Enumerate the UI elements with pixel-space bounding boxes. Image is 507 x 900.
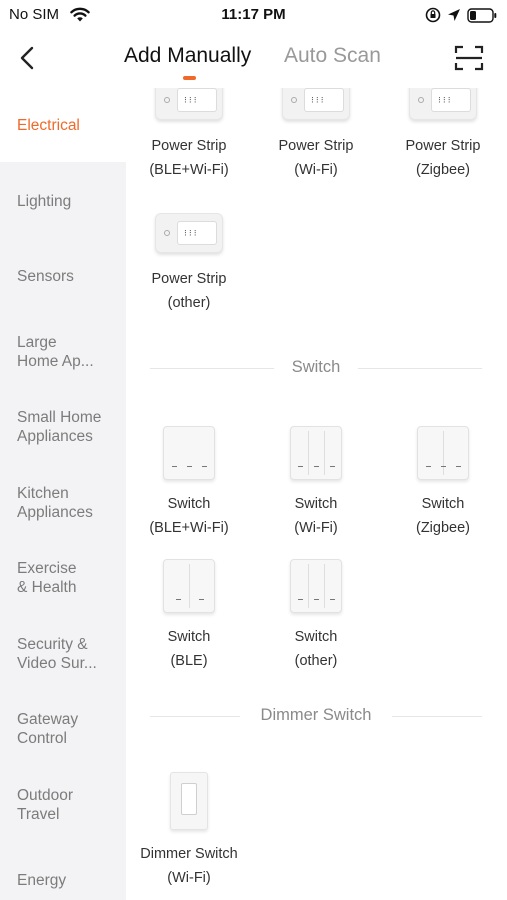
device-dimmer-switch-wifi[interactable]: Dimmer Switch (Wi-Fi): [126, 772, 252, 890]
device-variant: (other): [167, 295, 211, 311]
device-name: Switch: [421, 496, 465, 512]
device-name: Switch: [167, 496, 211, 512]
switch-icon: [290, 559, 342, 613]
device-name: Power Strip: [278, 138, 354, 154]
section-header-dimmer-switch: Dimmer Switch: [150, 706, 482, 726]
sidebar-item-label: Large Home Ap...: [17, 334, 94, 370]
device-switch-other[interactable]: Switch (other): [253, 559, 379, 673]
active-tab-indicator: [183, 76, 196, 80]
battery-icon: [467, 7, 497, 23]
power-strip-icon: ⁝⁝⁝: [282, 88, 350, 120]
switch-icon: [163, 559, 215, 613]
sidebar-item-label: Outdoor Travel: [17, 787, 74, 823]
status-icons: [425, 5, 497, 25]
device-variant: (other): [294, 653, 338, 669]
device-name: Dimmer Switch: [140, 846, 238, 862]
sidebar-item-label: Exercise & Health: [17, 560, 77, 596]
sidebar-item-label: Energy: [17, 872, 67, 889]
device-variant: (Wi-Fi): [294, 162, 338, 178]
status-bar: No SIM 11:17 PM: [0, 0, 507, 32]
sidebar-item-exercise-health[interactable]: Exercise & Health: [0, 559, 126, 597]
device-switch-ble[interactable]: Switch (BLE): [126, 559, 252, 673]
device-variant: (Wi-Fi): [294, 520, 338, 536]
dimmer-switch-icon: [170, 772, 208, 830]
back-arrow-icon[interactable]: [14, 42, 42, 74]
scan-code-icon[interactable]: [454, 44, 484, 72]
device-variant: (Zigbee): [416, 520, 470, 536]
switch-icon: [163, 426, 215, 480]
device-name: Power Strip: [151, 138, 227, 154]
device-variant: (BLE+Wi-Fi): [149, 162, 229, 178]
device-name: Power Strip: [151, 271, 227, 287]
device-switch-zigbee[interactable]: Switch (Zigbee): [380, 426, 506, 540]
sidebar-item-label: Gateway Control: [17, 711, 79, 747]
power-strip-icon: ⁝⁝⁝: [409, 88, 477, 120]
sidebar-item-label: Small Home Appliances: [17, 409, 102, 445]
tab-auto-scan[interactable]: Auto Scan: [284, 44, 381, 68]
sidebar-item-small-home-appliances[interactable]: Small Home Appliances: [0, 408, 126, 446]
location-arrow-icon: [448, 9, 460, 21]
device-name: Switch: [167, 629, 211, 645]
device-variant: (Wi-Fi): [167, 870, 211, 886]
device-variant: (BLE): [170, 653, 208, 669]
sidebar-item-label: Security & Video Sur...: [17, 636, 97, 672]
device-variant: (Zigbee): [416, 162, 470, 178]
orientation-lock-icon: [425, 7, 441, 23]
switch-icon: [290, 426, 342, 480]
sidebar-item-sensors[interactable]: Sensors: [0, 267, 126, 286]
section-title: Switch: [291, 358, 341, 376]
sidebar-item-large-home-appliances[interactable]: Large Home Ap...: [0, 333, 126, 371]
device-variant: (BLE+Wi-Fi): [149, 520, 229, 536]
section-title: Dimmer Switch: [260, 706, 372, 724]
top-nav: Add Manually Auto Scan: [0, 34, 507, 86]
sidebar-item-lighting[interactable]: Lighting: [0, 192, 126, 211]
device-power-strip-ble-wifi[interactable]: ⁝⁝⁝ Power Strip (BLE+Wi-Fi): [126, 88, 252, 182]
sidebar-item-energy[interactable]: Energy: [0, 871, 126, 890]
sidebar-item-label: Kitchen Appliances: [17, 485, 93, 521]
sidebar-item-label: Lighting: [17, 193, 72, 210]
section-header-switch: Switch: [150, 358, 482, 378]
switch-icon: [417, 426, 469, 480]
sidebar-item-security-video[interactable]: Security & Video Sur...: [0, 635, 126, 673]
device-switch-ble-wifi[interactable]: Switch (BLE+Wi-Fi): [126, 426, 252, 540]
device-name: Switch: [294, 496, 338, 512]
device-switch-wifi[interactable]: Switch (Wi-Fi): [253, 426, 379, 540]
power-strip-icon: ⁝⁝⁝: [155, 88, 223, 120]
device-power-strip-zigbee[interactable]: ⁝⁝⁝ Power Strip (Zigbee): [380, 88, 506, 182]
device-power-strip-wifi[interactable]: ⁝⁝⁝ Power Strip (Wi-Fi): [253, 88, 379, 182]
tab-add-manually[interactable]: Add Manually: [124, 44, 251, 68]
device-power-strip-other[interactable]: ⁝⁝⁝ Power Strip (other): [126, 213, 252, 315]
category-sidebar: Electrical Lighting Sensors Large Home A…: [0, 88, 126, 900]
device-name: Switch: [294, 629, 338, 645]
sidebar-item-kitchen-appliances[interactable]: Kitchen Appliances: [0, 484, 126, 522]
sidebar-item-outdoor-travel[interactable]: Outdoor Travel: [0, 786, 126, 824]
sidebar-item-electrical[interactable]: Electrical: [0, 88, 126, 162]
sidebar-item-gateway-control[interactable]: Gateway Control: [0, 710, 126, 748]
device-name: Power Strip: [405, 138, 481, 154]
sidebar-item-label: Electrical: [17, 117, 80, 134]
sidebar-item-label: Sensors: [17, 268, 74, 285]
power-strip-icon: ⁝⁝⁝: [155, 213, 223, 253]
device-grid: ⁝⁝⁝ Power Strip (BLE+Wi-Fi) ⁝⁝⁝ Power St…: [126, 88, 507, 900]
